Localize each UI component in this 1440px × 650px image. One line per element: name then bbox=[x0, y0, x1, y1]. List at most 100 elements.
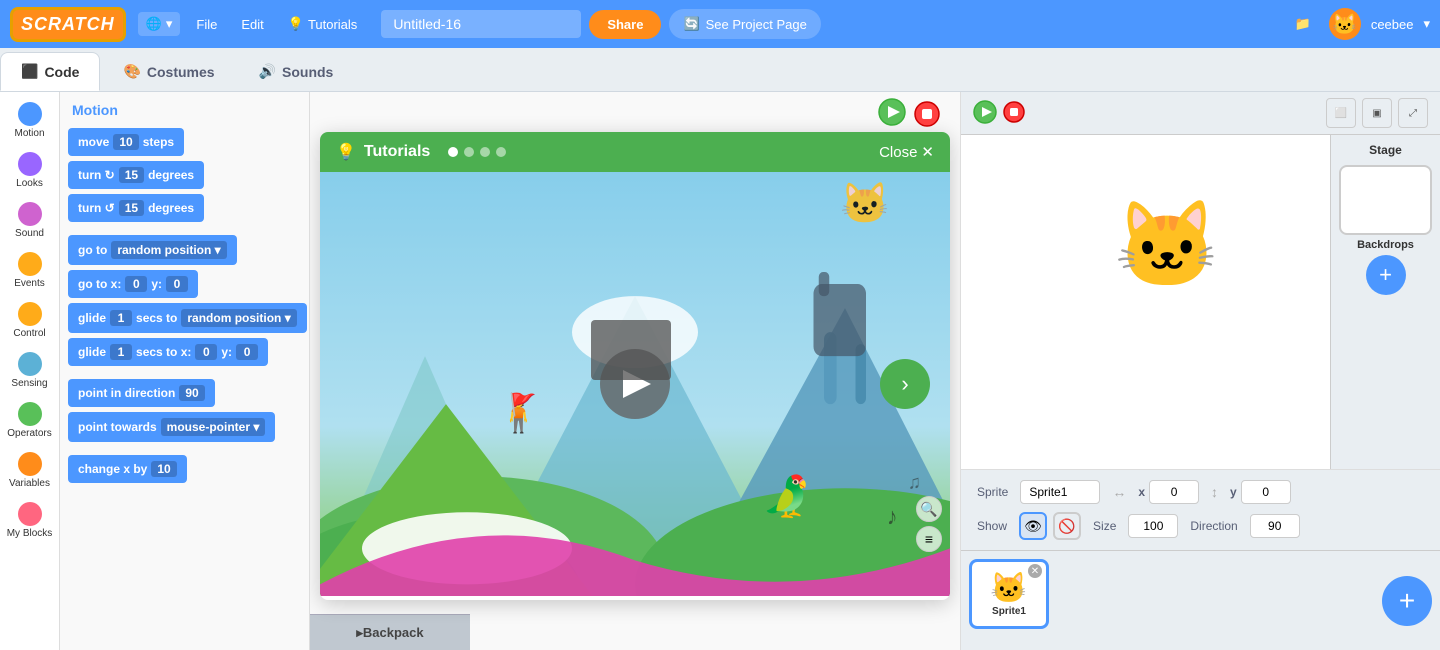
view-normal-button[interactable]: ▣ bbox=[1362, 98, 1392, 128]
edit-menu[interactable]: Edit bbox=[233, 13, 271, 36]
scratch-cat-corner: 🐱 bbox=[840, 180, 890, 227]
y-input[interactable] bbox=[1241, 480, 1291, 504]
green-flag-icon bbox=[878, 98, 906, 126]
category-control[interactable]: Control bbox=[0, 296, 59, 346]
show-eye-visible[interactable]: 👁 bbox=[1019, 512, 1047, 540]
category-motion-label: Motion bbox=[14, 128, 44, 140]
block-glide-random[interactable]: glide 1 secs to random position ▾ bbox=[68, 303, 307, 333]
tutorial-dot-1 bbox=[448, 147, 458, 157]
category-operators[interactable]: Operators bbox=[0, 396, 59, 446]
category-sensing[interactable]: Sensing bbox=[0, 346, 59, 396]
category-sound[interactable]: Sound bbox=[0, 196, 59, 246]
direction-input[interactable] bbox=[1250, 514, 1300, 538]
category-motion[interactable]: Motion bbox=[0, 96, 59, 146]
block-goto[interactable]: go to random position ▾ bbox=[68, 235, 237, 265]
block-move[interactable]: move 10 steps bbox=[68, 128, 184, 156]
sprite-thumb-cat-icon: 🐱 bbox=[990, 571, 1027, 606]
add-sprite-button[interactable]: + bbox=[1382, 576, 1432, 626]
folder-button[interactable]: 📁 bbox=[1287, 12, 1319, 36]
view-small-button[interactable]: ⬜ bbox=[1326, 98, 1356, 128]
block-glide-xy[interactable]: glide 1 secs to x: 0 y: 0 bbox=[68, 338, 268, 366]
tutorial-dots bbox=[448, 147, 506, 157]
tutorial-title: Tutorials bbox=[364, 143, 430, 161]
see-project-button[interactable]: 🔄 See Project Page bbox=[669, 9, 820, 39]
category-variables-label: Variables bbox=[9, 478, 50, 490]
sprite-list-area: ✕ 🐱 Sprite1 + bbox=[961, 550, 1440, 650]
costumes-tab-icon: 🎨 bbox=[123, 63, 140, 80]
category-sound-label: Sound bbox=[15, 228, 44, 240]
tutorial-flag: 🚩 bbox=[509, 392, 536, 418]
language-button[interactable]: 🌐 ▾ bbox=[138, 12, 181, 36]
sprite-thumb-sprite1[interactable]: ✕ 🐱 Sprite1 bbox=[969, 559, 1049, 629]
refresh-icon: 🔄 bbox=[683, 16, 699, 32]
category-events-label: Events bbox=[14, 278, 45, 290]
share-button[interactable]: Share bbox=[589, 10, 661, 39]
block-goto-xy[interactable]: go to x: 0 y: 0 bbox=[68, 270, 198, 298]
category-sensing-label: Sensing bbox=[11, 378, 47, 390]
category-variables[interactable]: Variables bbox=[0, 446, 59, 496]
category-operators-label: Operators bbox=[7, 428, 51, 440]
stage-stop-button[interactable] bbox=[1003, 101, 1025, 126]
sprite-thumb-label: Sprite1 bbox=[992, 606, 1026, 617]
toucan-sprite: 🦜 bbox=[762, 473, 812, 520]
add-sprite-icon: + bbox=[1399, 585, 1415, 617]
scratch-logo[interactable]: SCRATCH bbox=[10, 7, 126, 42]
view-fullscreen-button[interactable]: ⤢ bbox=[1398, 98, 1428, 128]
tutorial-video-area[interactable]: ♪ ♫ 🧍 🚩 🦜 › bbox=[320, 172, 950, 596]
block-point-direction[interactable]: point in direction 90 bbox=[68, 379, 215, 407]
category-events[interactable]: Events bbox=[0, 246, 59, 296]
show-eye-hidden[interactable]: 🚫 bbox=[1053, 512, 1081, 540]
tab-code[interactable]: ⬛ Code bbox=[0, 52, 100, 91]
add-backdrop-button[interactable]: + bbox=[1366, 255, 1406, 295]
stage-flag-controls: ⬜ ▣ ⤢ bbox=[961, 92, 1440, 135]
tab-sounds[interactable]: 🔊 Sounds bbox=[238, 52, 355, 91]
looks-dot bbox=[18, 152, 42, 176]
green-flag-button[interactable] bbox=[878, 98, 906, 133]
stage-green-flag-button[interactable] bbox=[973, 100, 997, 127]
tab-costumes[interactable]: 🎨 Costumes bbox=[102, 52, 235, 91]
sprite-label: Sprite bbox=[977, 485, 1008, 499]
category-looks-label: Looks bbox=[16, 178, 43, 190]
view-normal-icon: ▣ bbox=[1372, 108, 1381, 119]
tabbar: ⬛ Code 🎨 Costumes 🔊 Sounds bbox=[0, 48, 1440, 92]
category-myblocks-label: My Blocks bbox=[7, 528, 53, 540]
stage-panel-inner: 🐱 Stage Backdrops + bbox=[961, 135, 1440, 469]
x-input[interactable] bbox=[1149, 480, 1199, 504]
sprite-info-row: Sprite ↔ x ↕ y bbox=[977, 480, 1424, 504]
tutorial-panel: 💡 Tutorials Close ✕ bbox=[320, 132, 950, 600]
resize-scroll-area: 🔍 ≡ bbox=[916, 496, 942, 552]
stage-controls: Sprite ↔ x ↕ y Show 👁 🚫 bbox=[961, 469, 1440, 550]
stop-button[interactable] bbox=[914, 101, 940, 130]
size-input[interactable] bbox=[1128, 514, 1178, 538]
scroll-button[interactable]: ≡ bbox=[916, 526, 942, 552]
arrows-x-icon: ↔ bbox=[1112, 484, 1126, 500]
sounds-tab-icon: 🔊 bbox=[259, 63, 276, 80]
tutorial-close-button[interactable]: Close ✕ bbox=[879, 143, 934, 161]
code-tab-icon: ⬛ bbox=[21, 63, 38, 80]
block-turn-ccw[interactable]: turn ↺ 15 degrees bbox=[68, 194, 204, 222]
block-change-x[interactable]: change x by 10 bbox=[68, 455, 187, 483]
tutorial-next-button[interactable]: › bbox=[880, 359, 930, 409]
project-title-input[interactable] bbox=[381, 10, 581, 38]
scroll-icon: ≡ bbox=[925, 531, 933, 547]
motion-dot bbox=[18, 102, 42, 126]
tutorials-button[interactable]: 💡 Tutorials bbox=[280, 12, 366, 36]
block-point-towards[interactable]: point towards mouse-pointer ▾ bbox=[68, 412, 275, 442]
block-turn-cw[interactable]: turn ↻ 15 degrees bbox=[68, 161, 204, 189]
backpack[interactable]: ▸ Backpack bbox=[310, 614, 470, 650]
arrows-y-icon: ↕ bbox=[1211, 484, 1218, 500]
zoom-out-button[interactable]: 🔍 bbox=[916, 496, 942, 522]
editor-area: 💡 Tutorials Close ✕ bbox=[310, 92, 960, 650]
zoom-out-icon: 🔍 bbox=[920, 501, 937, 518]
size-label: Size bbox=[1093, 519, 1116, 533]
file-menu[interactable]: File bbox=[188, 13, 225, 36]
variables-dot bbox=[18, 452, 42, 476]
sprite-name-input[interactable] bbox=[1020, 480, 1100, 504]
category-myblocks[interactable]: My Blocks bbox=[0, 496, 59, 546]
svg-text:♫: ♫ bbox=[908, 471, 921, 492]
control-dot bbox=[18, 302, 42, 326]
category-looks[interactable]: Looks bbox=[0, 146, 59, 196]
categories-sidebar: Motion Looks Sound Events Control Sensin… bbox=[0, 92, 60, 650]
sprite-delete-button[interactable]: ✕ bbox=[1028, 564, 1042, 578]
myblocks-dot bbox=[18, 502, 42, 526]
